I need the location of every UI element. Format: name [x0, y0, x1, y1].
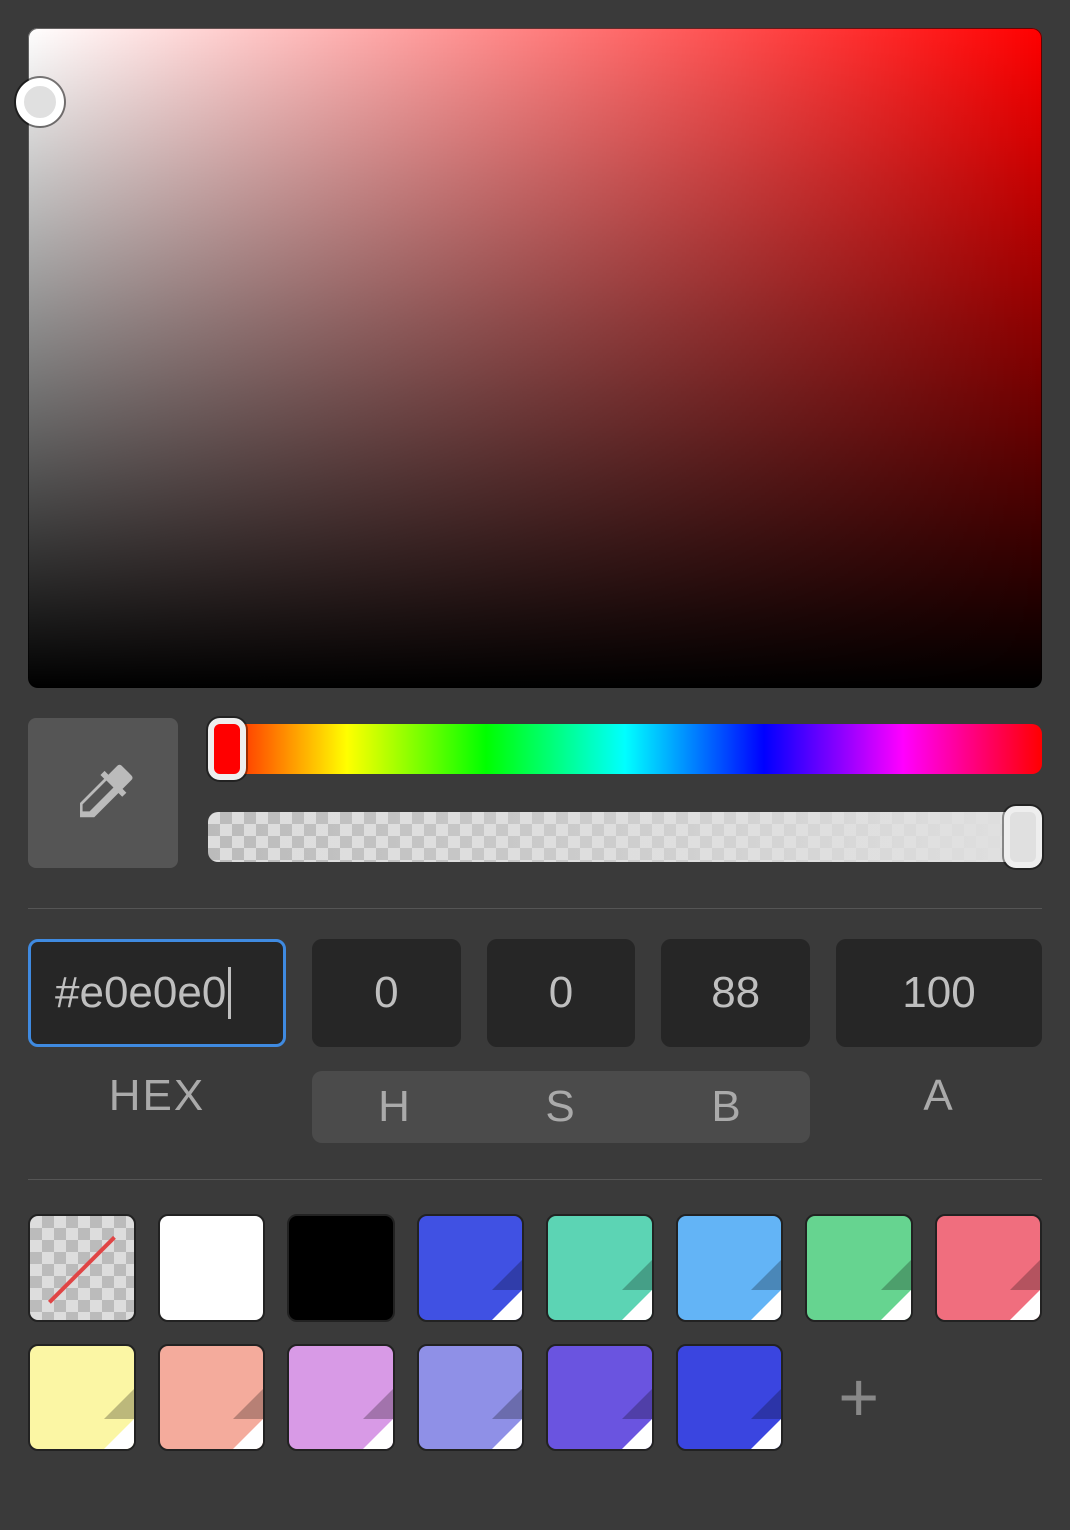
swatch-fold-icon	[622, 1290, 652, 1320]
swatch-indigo[interactable]	[676, 1344, 784, 1452]
swatches-grid: +	[28, 1214, 1042, 1451]
s-input[interactable]: 0	[487, 939, 636, 1047]
swatch-fold-icon	[492, 1290, 522, 1320]
h-value: 0	[374, 968, 398, 1018]
swatch-green[interactable]	[805, 1214, 913, 1322]
eyedropper-icon	[68, 756, 138, 831]
a-input[interactable]: 100	[836, 939, 1042, 1047]
swatch-periwinkle[interactable]	[417, 1344, 525, 1452]
swatch-salmon[interactable]	[158, 1344, 266, 1452]
b-value: 88	[711, 968, 760, 1018]
b-input[interactable]: 88	[661, 939, 810, 1047]
s-value: 0	[549, 968, 573, 1018]
alpha-slider[interactable]	[208, 812, 1042, 862]
add-swatch-button[interactable]: +	[805, 1344, 913, 1452]
sliders	[208, 718, 1042, 868]
hex-input[interactable]: #e0e0e0	[28, 939, 286, 1047]
swatch-teal[interactable]	[546, 1214, 654, 1322]
swatch-fold-icon	[751, 1419, 781, 1449]
swatch-fold-icon	[233, 1419, 263, 1449]
saturation-brightness-area[interactable]	[28, 28, 1042, 688]
hue-thumb[interactable]	[208, 718, 246, 780]
swatch-pink[interactable]	[935, 1214, 1043, 1322]
h-input[interactable]: 0	[312, 939, 461, 1047]
hue-slider[interactable]	[208, 724, 1042, 774]
a-label: A	[923, 1071, 954, 1121]
alpha-group: 100 A	[836, 939, 1042, 1121]
swatch-transparent[interactable]	[28, 1214, 136, 1322]
hsb-group: 0 0 88 H S B	[312, 939, 810, 1143]
color-picker-panel: #e0e0e0 HEX 0 0 88 H S B	[0, 0, 1070, 1530]
inputs-row: #e0e0e0 HEX 0 0 88 H S B	[28, 939, 1042, 1143]
swatch-fold-icon	[104, 1419, 134, 1449]
hex-value: #e0e0e0	[55, 968, 226, 1018]
sb-thumb[interactable]	[16, 78, 64, 126]
hsb-mode-toggle[interactable]: H S B	[312, 1071, 810, 1143]
eyedropper-button[interactable]	[28, 718, 178, 868]
swatch-violet[interactable]	[546, 1344, 654, 1452]
swatch-white[interactable]	[158, 1214, 266, 1322]
swatch-black[interactable]	[287, 1214, 395, 1322]
hex-label: HEX	[109, 1071, 205, 1121]
swatch-fold-icon	[751, 1290, 781, 1320]
swatch-fold-icon	[363, 1419, 393, 1449]
swatch-lemon[interactable]	[28, 1344, 136, 1452]
hex-group: #e0e0e0 HEX	[28, 939, 286, 1121]
slider-row	[28, 718, 1042, 868]
swatch-orchid[interactable]	[287, 1344, 395, 1452]
a-value: 100	[902, 968, 975, 1018]
text-caret	[228, 967, 231, 1019]
swatch-blue[interactable]	[417, 1214, 525, 1322]
swatch-fold-icon	[881, 1290, 911, 1320]
swatch-fold-icon	[622, 1419, 652, 1449]
divider	[28, 1179, 1042, 1180]
b-label: B	[644, 1082, 810, 1132]
swatch-fold-icon	[1010, 1290, 1040, 1320]
divider	[28, 908, 1042, 909]
swatch-fold-icon	[492, 1419, 522, 1449]
swatch-sky[interactable]	[676, 1214, 784, 1322]
h-label: H	[312, 1082, 478, 1132]
alpha-thumb[interactable]	[1004, 806, 1042, 868]
s-label: S	[478, 1082, 644, 1132]
